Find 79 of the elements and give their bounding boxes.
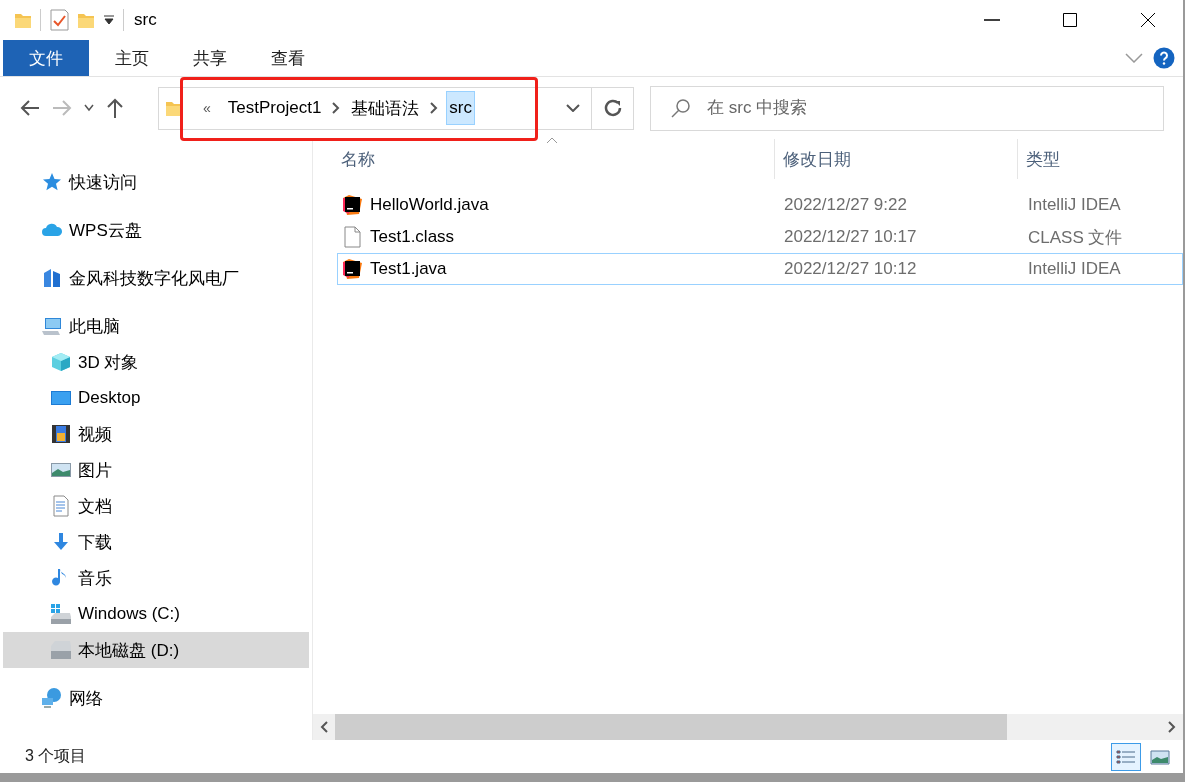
column-header[interactable]: 类型 <box>1018 139 1183 179</box>
address-bar[interactable]: « TestProject1 基础语法 src <box>158 86 634 130</box>
forward-icon <box>52 99 72 117</box>
breadcrumb[interactable]: TestProject1 <box>224 91 325 125</box>
sidebar-item[interactable]: 图片 <box>3 452 309 488</box>
cube-icon <box>50 351 72 373</box>
drive-icon <box>50 639 72 661</box>
intellij-file-icon <box>342 258 364 280</box>
document-icon <box>50 495 72 517</box>
list-view-icon <box>1116 748 1136 765</box>
folder-icon <box>14 11 32 29</box>
recent-locations-icon <box>84 104 94 112</box>
chevron-down-icon <box>566 104 580 112</box>
sidebar-item[interactable]: 金风科技数字化风电厂 <box>3 260 309 296</box>
modified-date: 2022/12/27 10:12 <box>783 259 918 279</box>
file-type: IntelliJ IDEA <box>1027 195 1122 215</box>
search-box[interactable]: 在 src 中搜索 <box>650 85 1164 131</box>
file-menu-button[interactable]: 文件 <box>3 40 89 76</box>
sidebar-item[interactable]: 文档 <box>3 488 309 524</box>
minimize-icon <box>984 19 1000 21</box>
computer-icon <box>41 315 63 337</box>
ribbon-tab[interactable]: 共享 <box>171 40 249 76</box>
help-icon[interactable] <box>1153 47 1175 69</box>
search-icon <box>671 98 691 118</box>
scrollbar-thumb[interactable] <box>335 714 1007 740</box>
window-title: src <box>134 10 157 30</box>
file-row[interactable]: Test1.class 2022/12/27 10:17 CLASS 文件 <box>337 221 1183 253</box>
network-globe-icon <box>41 687 63 709</box>
sidebar-item[interactable]: 音乐 <box>3 560 309 596</box>
intellij-file-icon <box>342 194 364 216</box>
picture-icon <box>1150 748 1170 765</box>
properties-icon[interactable] <box>49 9 69 31</box>
refresh-icon <box>603 99 622 117</box>
modified-date: 2022/12/27 9:22 <box>783 195 908 215</box>
close-icon <box>1140 12 1156 28</box>
ribbon-tab[interactable]: 查看 <box>249 40 327 76</box>
up-icon <box>106 98 124 118</box>
star-icon <box>41 171 63 193</box>
sidebar-item[interactable]: 3D 对象 <box>3 344 309 380</box>
sort-ascending-icon <box>546 137 558 144</box>
file-type: IntelliJ IDEA <box>1027 259 1122 279</box>
building-icon <box>41 267 63 289</box>
sidebar-item[interactable]: 网络 <box>3 680 309 716</box>
back-icon <box>20 99 40 117</box>
sidebar-item[interactable]: WPS云盘 <box>3 212 309 248</box>
file-name: Test1.class <box>338 226 776 248</box>
breadcrumb[interactable]: src <box>446 91 475 125</box>
file-name: Test1.java <box>338 258 776 280</box>
horizontal-scrollbar[interactable] <box>313 714 1183 740</box>
film-icon <box>50 423 72 445</box>
sidebar-item[interactable]: 视频 <box>3 416 309 452</box>
file-row[interactable]: Test1.java 2022/12/27 10:12 IntelliJ IDEA <box>337 253 1183 285</box>
breadcrumb[interactable]: 基础语法 <box>348 89 423 127</box>
overflow-chevron[interactable]: « <box>203 100 211 116</box>
sidebar-item[interactable]: 快速访问 <box>3 164 309 200</box>
modified-date: 2022/12/27 10:17 <box>783 227 918 247</box>
drive-icon <box>50 603 72 625</box>
chevron-icon <box>430 102 439 114</box>
dropdown-icon[interactable] <box>103 15 115 25</box>
chevron-right-icon <box>1168 721 1176 733</box>
search-field[interactable]: 在 src 中搜索 <box>705 97 1163 119</box>
chevron-left-icon <box>320 721 328 733</box>
ribbon-tab[interactable]: 主页 <box>93 40 171 76</box>
file-row[interactable]: HelloWorld.java 2022/12/27 9:22 IntelliJ IDEA <box>337 189 1183 221</box>
blank-file-icon <box>342 226 364 248</box>
sidebar-item[interactable]: 下载 <box>3 524 309 560</box>
details-view-button[interactable] <box>1111 742 1141 771</box>
file-name: HelloWorld.java <box>338 194 776 216</box>
sidebar-item[interactable]: 此电脑 <box>3 308 309 344</box>
sidebar-item[interactable]: Desktop <box>3 380 309 416</box>
item-count: 3 个项目 <box>25 746 87 766</box>
chevron-icon <box>332 102 341 114</box>
column-header[interactable]: 修改日期 <box>775 139 1018 179</box>
expand-ribbon-icon[interactable] <box>1125 53 1143 63</box>
file-type: CLASS 文件 <box>1027 226 1124 249</box>
column-header[interactable]: 名称 <box>313 139 775 179</box>
maximize-icon <box>1062 12 1078 28</box>
sidebar-item[interactable]: 本地磁盘 (D:) <box>3 632 309 668</box>
sidebar-item[interactable]: Windows (C:) <box>3 596 309 632</box>
